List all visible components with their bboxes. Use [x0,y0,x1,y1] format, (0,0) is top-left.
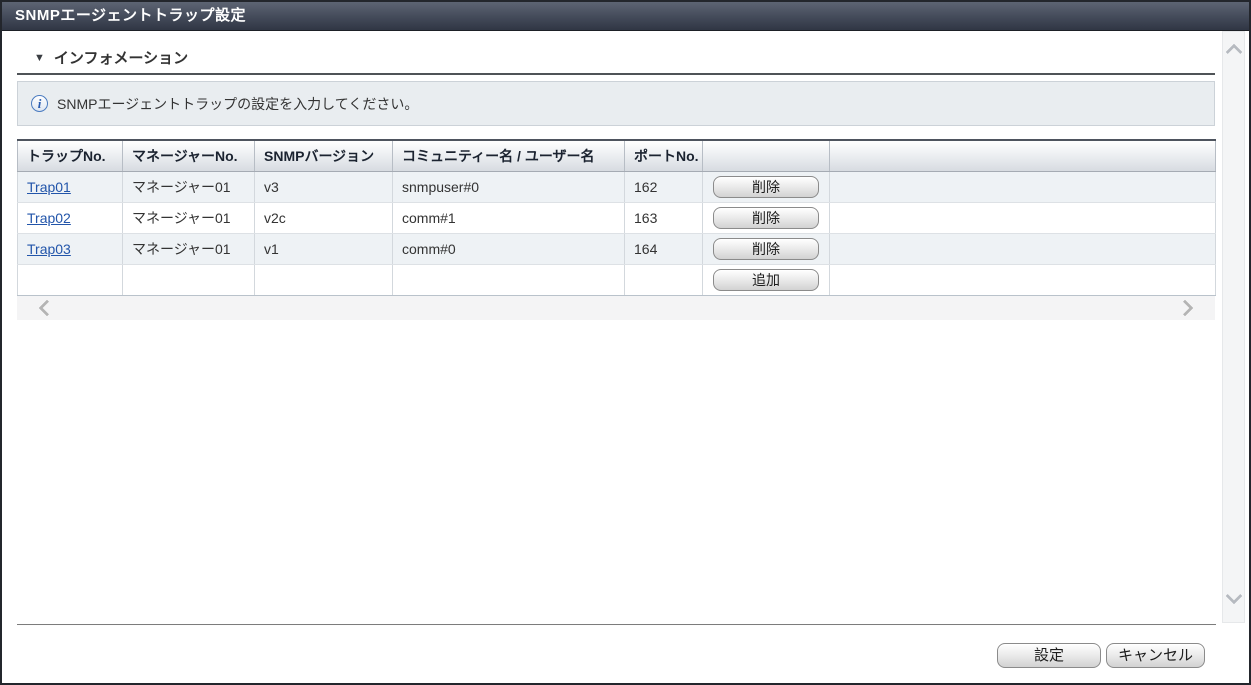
community-user-cell: snmpuser#0 [393,171,625,202]
vertical-scrollbar[interactable] [1222,31,1245,623]
dialog-titlebar: SNMPエージェントトラップ設定 [2,2,1249,31]
information-section-title: インフォメーション [54,47,188,68]
snmp-trap-settings-dialog: SNMPエージェントトラップ設定 ▼ インフォメーション i SNMPエージェン… [0,0,1251,685]
footer-separator [17,624,1216,626]
port-no-cell: 162 [625,171,703,202]
cancel-button[interactable]: キャンセル [1106,643,1205,668]
information-message-box: i SNMPエージェントトラップの設定を入力してください。 [17,81,1215,126]
col-header-action [703,140,830,171]
table-row: Trap01 マネージャー01 v3 snmpuser#0 162 削除 [18,171,1216,202]
spacer-cell [830,264,1216,295]
col-header-trap-no: トラップNo. [18,140,123,171]
add-button[interactable]: 追加 [713,269,819,291]
scroll-up-icon[interactable] [1225,44,1242,61]
col-header-manager-no: マネージャーNo. [123,140,255,171]
information-message: SNMPエージェントトラップの設定を入力してください。 [57,94,418,114]
manager-no-cell: マネージャー01 [123,171,255,202]
collapse-triangle-icon: ▼ [34,52,45,64]
col-header-port-no: ポートNo. [625,140,703,171]
spacer-cell [830,202,1216,233]
spacer-cell [830,171,1216,202]
trap-link[interactable]: Trap02 [27,210,71,226]
manager-no-cell: マネージャー01 [123,233,255,264]
trap-link[interactable]: Trap01 [27,179,71,195]
set-button[interactable]: 設定 [997,643,1101,668]
delete-button[interactable]: 削除 [713,238,819,260]
snmp-version-cell: v2c [255,202,393,233]
delete-button[interactable]: 削除 [713,207,819,229]
table-header-row: トラップNo. マネージャーNo. SNMPバージョン コミュニティー名 / ユ… [18,140,1216,171]
col-header-snmp-version: SNMPバージョン [255,140,393,171]
scroll-down-icon[interactable] [1225,588,1242,605]
trap-link[interactable]: Trap03 [27,241,71,257]
footer-buttons: 設定 キャンセル [997,643,1205,668]
horizontal-scrollbar[interactable] [17,296,1215,320]
dialog-title: SNMPエージェントトラップ設定 [15,7,246,24]
snmp-version-cell: v3 [255,171,393,202]
table-row: Trap03 マネージャー01 v1 comm#0 164 削除 [18,233,1216,264]
trap-table: トラップNo. マネージャーNo. SNMPバージョン コミュニティー名 / ユ… [17,139,1216,296]
information-section-toggle[interactable]: ▼ インフォメーション [17,33,1215,75]
col-header-community-user: コミュニティー名 / ユーザー名 [393,140,625,171]
scroll-left-icon[interactable] [39,299,56,316]
community-user-cell: comm#1 [393,202,625,233]
table-row: Trap02 マネージャー01 v2c comm#1 163 削除 [18,202,1216,233]
dialog-content: ▼ インフォメーション i SNMPエージェントトラップの設定を入力してください… [17,33,1215,320]
port-no-cell: 163 [625,202,703,233]
info-icon: i [31,95,48,112]
scroll-right-icon[interactable] [1177,299,1194,316]
table-row-add: 追加 [18,264,1216,295]
manager-no-cell: マネージャー01 [123,202,255,233]
delete-button[interactable]: 削除 [713,176,819,198]
community-user-cell: comm#0 [393,233,625,264]
col-header-spacer [830,140,1216,171]
spacer-cell [830,233,1216,264]
snmp-version-cell: v1 [255,233,393,264]
port-no-cell: 164 [625,233,703,264]
